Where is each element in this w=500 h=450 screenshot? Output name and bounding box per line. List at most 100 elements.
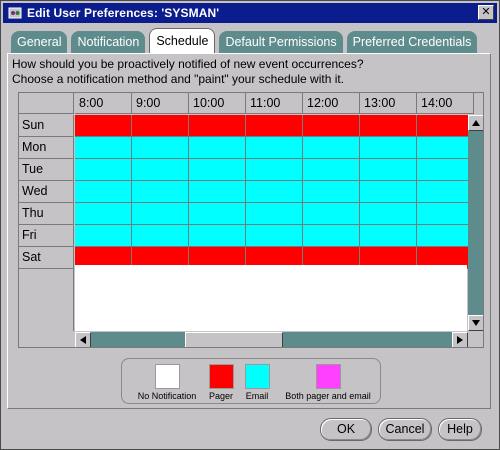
legend-label-pager: Pager <box>208 391 234 401</box>
cancel-button[interactable]: Cancel <box>378 418 432 441</box>
day-header: Sat <box>19 247 74 269</box>
schedule-cell[interactable] <box>246 137 303 159</box>
schedule-cell[interactable] <box>75 181 132 203</box>
schedule-cell[interactable] <box>303 115 360 137</box>
horizontal-scrollbar[interactable] <box>75 332 468 347</box>
schedule-cell[interactable] <box>360 203 417 225</box>
swatch-pager[interactable] <box>208 364 234 389</box>
schedule-cell[interactable] <box>417 181 474 203</box>
schedule-cell[interactable] <box>75 225 132 247</box>
schedule-cell[interactable] <box>303 225 360 247</box>
schedule-cell[interactable] <box>189 181 246 203</box>
schedule-cell[interactable] <box>189 159 246 181</box>
swatch-both[interactable] <box>315 364 341 389</box>
schedule-cell[interactable] <box>132 115 189 137</box>
schedule-cell[interactable] <box>189 203 246 225</box>
schedule-cell[interactable] <box>417 115 474 137</box>
scroll-up-button[interactable] <box>468 115 483 131</box>
schedule-cell[interactable] <box>417 225 474 247</box>
swatch-email[interactable] <box>244 364 270 389</box>
hour-header: 9:00 <box>132 93 189 114</box>
schedule-cell[interactable] <box>75 203 132 225</box>
empty-schedule-area <box>75 265 467 331</box>
legend-both[interactable]: Both pager and email <box>278 359 378 401</box>
legend-no-notification[interactable]: No Notification <box>130 359 204 401</box>
schedule-cell[interactable] <box>132 181 189 203</box>
schedule-cell[interactable] <box>360 181 417 203</box>
tab-strip: General Notification Schedule Default Pe… <box>11 28 481 53</box>
schedule-cell[interactable] <box>303 137 360 159</box>
instruction-line-1: How should you be proactively notified o… <box>12 57 364 71</box>
schedule-cell[interactable] <box>132 225 189 247</box>
schedule-cell[interactable] <box>189 115 246 137</box>
legend-email[interactable]: Email <box>240 359 274 401</box>
tab-preferred-credentials[interactable]: Preferred Credentials <box>346 31 478 53</box>
window-title: Edit User Preferences: 'SYSMAN' <box>27 6 220 20</box>
schedule-cell[interactable] <box>75 159 132 181</box>
hour-header: 14:00 <box>417 93 474 114</box>
legend-label-no-notification: No Notification <box>137 391 197 401</box>
day-header: Thu <box>19 203 74 225</box>
schedule-cell[interactable] <box>132 137 189 159</box>
vertical-scrollbar[interactable] <box>468 115 483 331</box>
tab-schedule[interactable]: Schedule <box>149 28 216 53</box>
scrollbar-corner <box>468 331 483 347</box>
instruction-line-2: Choose a notification method and "paint"… <box>12 72 345 86</box>
schedule-cell[interactable] <box>132 203 189 225</box>
schedule-cell[interactable] <box>246 181 303 203</box>
schedule-cell[interactable] <box>303 203 360 225</box>
schedule-cell[interactable] <box>246 159 303 181</box>
hour-header: 10:00 <box>189 93 246 114</box>
schedule-cell[interactable] <box>417 137 474 159</box>
schedule-cell[interactable] <box>360 159 417 181</box>
help-button[interactable]: Help <box>438 418 482 441</box>
schedule-cell[interactable] <box>189 225 246 247</box>
schedule-cell[interactable] <box>360 225 417 247</box>
schedule-cell[interactable] <box>75 115 132 137</box>
legend-label-both: Both pager and email <box>285 391 371 401</box>
schedule-cell[interactable] <box>417 203 474 225</box>
schedule-cell[interactable] <box>75 137 132 159</box>
schedule-grid: 8:00 9:00 10:00 11:00 12:00 13:00 14:00 Sun Mon… <box>18 92 484 348</box>
close-icon: ✕ <box>481 6 491 18</box>
app-icon <box>7 5 23 21</box>
schedule-cell[interactable] <box>360 137 417 159</box>
scroll-left-button[interactable] <box>75 332 91 347</box>
day-header: Wed <box>19 181 74 203</box>
preferences-dialog: Edit User Preferences: 'SYSMAN' ✕ Genera… <box>0 0 500 450</box>
schedule-cell[interactable] <box>246 203 303 225</box>
schedule-cell[interactable] <box>360 115 417 137</box>
tab-default-permissions[interactable]: Default Permissions <box>219 31 343 53</box>
close-button[interactable]: ✕ <box>478 5 494 20</box>
arrow-right-icon <box>457 336 463 344</box>
row-header-filler <box>19 269 74 331</box>
scroll-down-button[interactable] <box>468 315 483 331</box>
schedule-cell[interactable] <box>132 159 189 181</box>
schedule-cell[interactable] <box>246 115 303 137</box>
tab-general[interactable]: General <box>11 31 68 53</box>
schedule-cell[interactable] <box>417 159 474 181</box>
arrow-down-icon <box>472 320 480 326</box>
day-header: Tue <box>19 159 74 181</box>
tab-notification[interactable]: Notification <box>71 31 146 53</box>
arrow-up-icon <box>472 120 480 126</box>
hour-header: 11:00 <box>246 93 303 114</box>
scroll-right-button[interactable] <box>452 332 468 347</box>
title-bar[interactable]: Edit User Preferences: 'SYSMAN' ✕ <box>3 3 497 23</box>
schedule-cell[interactable] <box>189 137 246 159</box>
horizontal-scroll-thumb[interactable] <box>185 332 283 347</box>
grid-corner <box>19 93 74 114</box>
instructions: How should you be proactively notified o… <box>12 57 364 87</box>
swatch-no-notification[interactable] <box>154 364 180 389</box>
schedule-cell[interactable] <box>246 225 303 247</box>
day-header: Fri <box>19 225 74 247</box>
hour-header: 12:00 <box>303 93 360 114</box>
schedule-cells[interactable] <box>75 115 474 269</box>
schedule-cell[interactable] <box>303 181 360 203</box>
legend-label-email: Email <box>245 391 269 401</box>
legend-pager[interactable]: Pager <box>204 359 238 401</box>
arrow-left-icon <box>80 336 86 344</box>
method-legend: No Notification Pager Email Both pager a… <box>121 358 381 404</box>
ok-button[interactable]: OK <box>320 418 372 441</box>
schedule-cell[interactable] <box>303 159 360 181</box>
